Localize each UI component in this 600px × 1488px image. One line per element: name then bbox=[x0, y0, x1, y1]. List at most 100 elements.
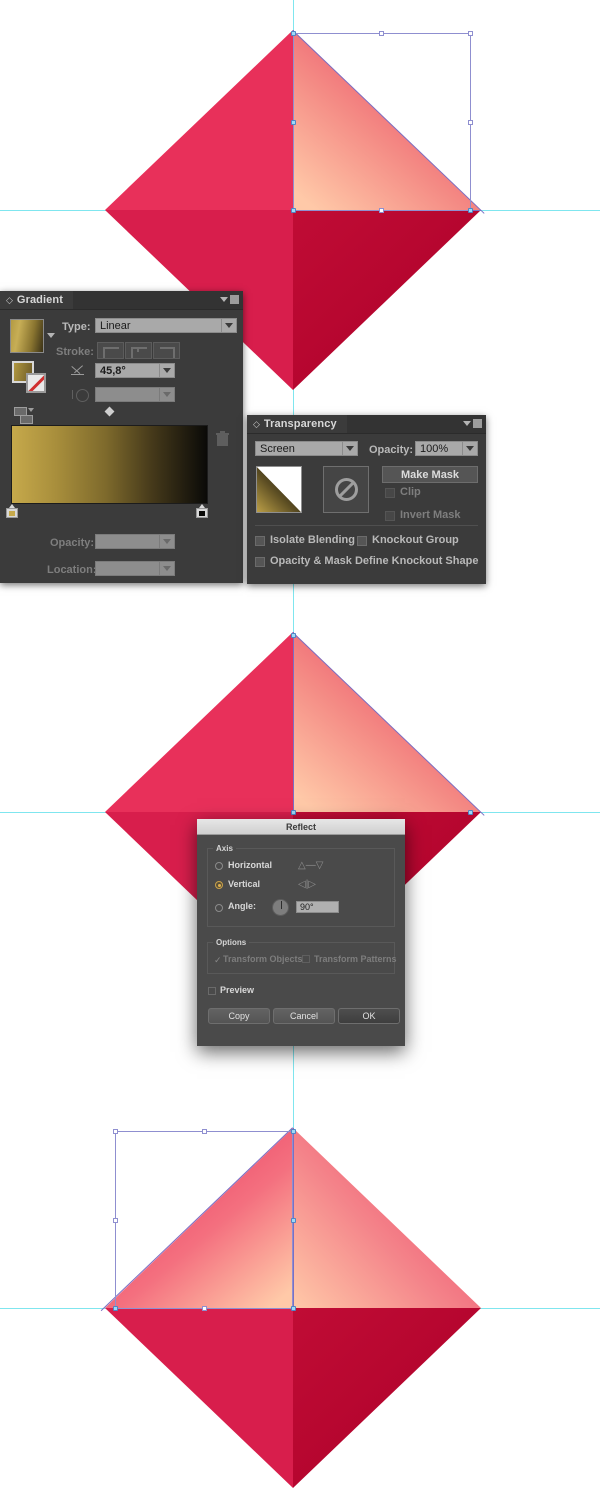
gradient-location-chevron-icon[interactable] bbox=[160, 561, 175, 576]
anchor-point-bottom-shape-mid[interactable] bbox=[291, 1218, 296, 1223]
transparency-opacity-input[interactable]: 100% bbox=[415, 441, 478, 456]
trash-icon[interactable] bbox=[216, 431, 229, 446]
panel-menu-icon[interactable] bbox=[473, 419, 482, 428]
transparency-divider bbox=[255, 525, 478, 526]
chevron-down-icon[interactable] bbox=[463, 421, 471, 426]
gradient-preset-chevron-icon[interactable] bbox=[47, 333, 55, 338]
gradient-panel-header[interactable]: ◇ Gradient bbox=[0, 291, 243, 310]
gradient-panel-tab[interactable]: ◇ Gradient bbox=[0, 291, 73, 309]
selection-bbox-diamond-top[interactable] bbox=[293, 33, 471, 211]
gradient-swatch-preview[interactable] bbox=[10, 319, 44, 353]
gradient-type-chevron-icon[interactable] bbox=[222, 318, 237, 333]
invert-mask-checkbox[interactable] bbox=[385, 511, 395, 521]
gradient-stroke-label: Stroke: bbox=[56, 346, 94, 358]
gradient-aspect-chevron-icon[interactable] bbox=[160, 387, 175, 402]
clip-label: Clip bbox=[400, 486, 421, 498]
stroke-gradient-along-stroke-icon[interactable] bbox=[125, 342, 152, 359]
reflect-horizontal-icon: △—▽ bbox=[298, 860, 324, 871]
blend-mode-value[interactable]: Screen bbox=[255, 441, 343, 456]
gradient-stop-end[interactable] bbox=[196, 504, 208, 518]
bbox-handle-bottom-shape-top-middle[interactable] bbox=[202, 1129, 207, 1134]
transparency-panel[interactable]: ◇ Transparency Screen Opacity: 100% Make… bbox=[247, 415, 486, 584]
reflect-dialog[interactable]: Reflect Axis Horizontal △—▽ Vertical ◁|▷… bbox=[197, 819, 405, 1046]
gradient-aspect-ratio-input[interactable] bbox=[95, 387, 175, 402]
anchor-point-middle-bottom-right[interactable] bbox=[468, 810, 473, 815]
chevron-down-icon[interactable] bbox=[220, 297, 228, 302]
gradient-angle-input[interactable]: 45,8° bbox=[95, 363, 175, 378]
transform-objects-label: Transform Objects bbox=[223, 954, 303, 964]
anchor-point-bottom-right[interactable] bbox=[468, 208, 473, 213]
blend-mode-chevron-icon[interactable] bbox=[343, 441, 358, 456]
copy-button[interactable]: Copy bbox=[208, 1008, 270, 1024]
horizontal-radio[interactable] bbox=[215, 862, 223, 870]
anchor-point-middle-top[interactable] bbox=[291, 633, 296, 638]
anchor-point-middle-bottom-left[interactable] bbox=[291, 810, 296, 815]
cancel-button[interactable]: Cancel bbox=[273, 1008, 335, 1024]
gradient-type-value[interactable]: Linear bbox=[95, 318, 222, 333]
transparency-opacity-value[interactable]: 100% bbox=[415, 441, 463, 456]
bbox-handle-middle-right[interactable] bbox=[468, 120, 473, 125]
gradient-aspect-ratio-value[interactable] bbox=[95, 387, 160, 402]
ok-button[interactable]: OK bbox=[338, 1008, 400, 1024]
gradient-panel[interactable]: ◇ Gradient Type: Linear Stroke: 45,8° Op… bbox=[0, 291, 243, 583]
blend-mode-dropdown[interactable]: Screen bbox=[255, 441, 358, 456]
anchor-point-bottom-shape-base-right[interactable] bbox=[291, 1306, 296, 1311]
preview-checkbox[interactable] bbox=[208, 987, 216, 995]
knockout-shape-label: Opacity & Mask Define Knockout Shape bbox=[270, 555, 479, 567]
bbox-handle-bottom-shape-middle-left[interactable] bbox=[113, 1218, 118, 1223]
gradient-type-dropdown[interactable]: Linear bbox=[95, 318, 237, 333]
transform-patterns-checkbox[interactable] bbox=[302, 955, 310, 963]
knockout-shape-checkbox[interactable] bbox=[255, 557, 265, 567]
gradient-panel-menu[interactable] bbox=[220, 295, 239, 304]
gradient-opacity-input[interactable] bbox=[95, 534, 175, 549]
transparency-panel-tab[interactable]: ◇ Transparency bbox=[247, 415, 347, 433]
transparency-panel-menu[interactable] bbox=[463, 419, 482, 428]
gradient-location-input[interactable] bbox=[95, 561, 175, 576]
artwork-thumbnail[interactable] bbox=[256, 466, 302, 513]
gradient-aspect-ratio-icon bbox=[72, 389, 89, 402]
anchor-point-bottom-shape-base-left[interactable] bbox=[113, 1306, 118, 1311]
gradient-ramp[interactable] bbox=[11, 425, 208, 504]
anchor-point-left-mid[interactable] bbox=[291, 120, 296, 125]
bbox-handle-bottom-shape-top-left[interactable] bbox=[113, 1129, 118, 1134]
bbox-handle-bottom-shape-bottom-middle[interactable] bbox=[202, 1306, 207, 1311]
bbox-handle-bottom-middle[interactable] bbox=[379, 208, 384, 213]
isolate-blending-checkbox[interactable] bbox=[255, 536, 265, 546]
gradient-angle-chevron-icon[interactable] bbox=[160, 363, 175, 378]
angle-dial[interactable] bbox=[272, 899, 289, 916]
bbox-handle-top-middle[interactable] bbox=[379, 31, 384, 36]
bbox-handle-top-right[interactable] bbox=[468, 31, 473, 36]
gradient-type-toggle-icon[interactable] bbox=[14, 407, 36, 424]
gradient-location-value[interactable] bbox=[95, 561, 160, 576]
gradient-opacity-value[interactable] bbox=[95, 534, 160, 549]
transparency-panel-header[interactable]: ◇ Transparency bbox=[247, 415, 486, 434]
make-mask-button[interactable]: Make Mask bbox=[382, 466, 478, 483]
gradient-opacity-label: Opacity: bbox=[50, 537, 95, 549]
vertical-radio[interactable] bbox=[215, 881, 223, 889]
angle-label: Angle: bbox=[228, 901, 256, 911]
anchor-point-top[interactable] bbox=[291, 31, 296, 36]
options-group-label: Options bbox=[213, 938, 250, 947]
stroke-gradient-within-stroke-icon[interactable] bbox=[97, 342, 124, 359]
illustrator-canvas[interactable]: ◇ Gradient Type: Linear Stroke: 45,8° Op… bbox=[0, 0, 600, 1488]
gradient-midpoint-diamond[interactable] bbox=[104, 406, 115, 417]
angle-radio[interactable] bbox=[215, 904, 223, 912]
collapse-icon[interactable]: ◇ bbox=[253, 419, 260, 429]
stroke-gradient-across-stroke-icon[interactable] bbox=[153, 342, 180, 359]
stroke-swatch-none[interactable] bbox=[26, 373, 46, 393]
anchor-point-bottom-shape-apex[interactable] bbox=[291, 1129, 296, 1134]
reflect-vertical-icon: ◁|▷ bbox=[298, 879, 316, 890]
panel-menu-icon[interactable] bbox=[230, 295, 239, 304]
collapse-icon[interactable]: ◇ bbox=[6, 295, 13, 305]
angle-input[interactable]: 90° bbox=[296, 901, 339, 913]
clip-checkbox[interactable] bbox=[385, 488, 395, 498]
gradient-angle-value[interactable]: 45,8° bbox=[95, 363, 160, 378]
transform-objects-checkbox[interactable]: ✓ bbox=[214, 955, 222, 966]
knockout-group-checkbox[interactable] bbox=[357, 536, 367, 546]
gradient-stop-start[interactable] bbox=[6, 504, 18, 518]
anchor-point-bottom-left[interactable] bbox=[291, 208, 296, 213]
selection-bbox-diamond-bottom[interactable] bbox=[115, 1131, 293, 1309]
gradient-opacity-chevron-icon[interactable] bbox=[160, 534, 175, 549]
mask-thumbnail[interactable] bbox=[323, 466, 369, 513]
transparency-opacity-chevron-icon[interactable] bbox=[463, 441, 478, 456]
